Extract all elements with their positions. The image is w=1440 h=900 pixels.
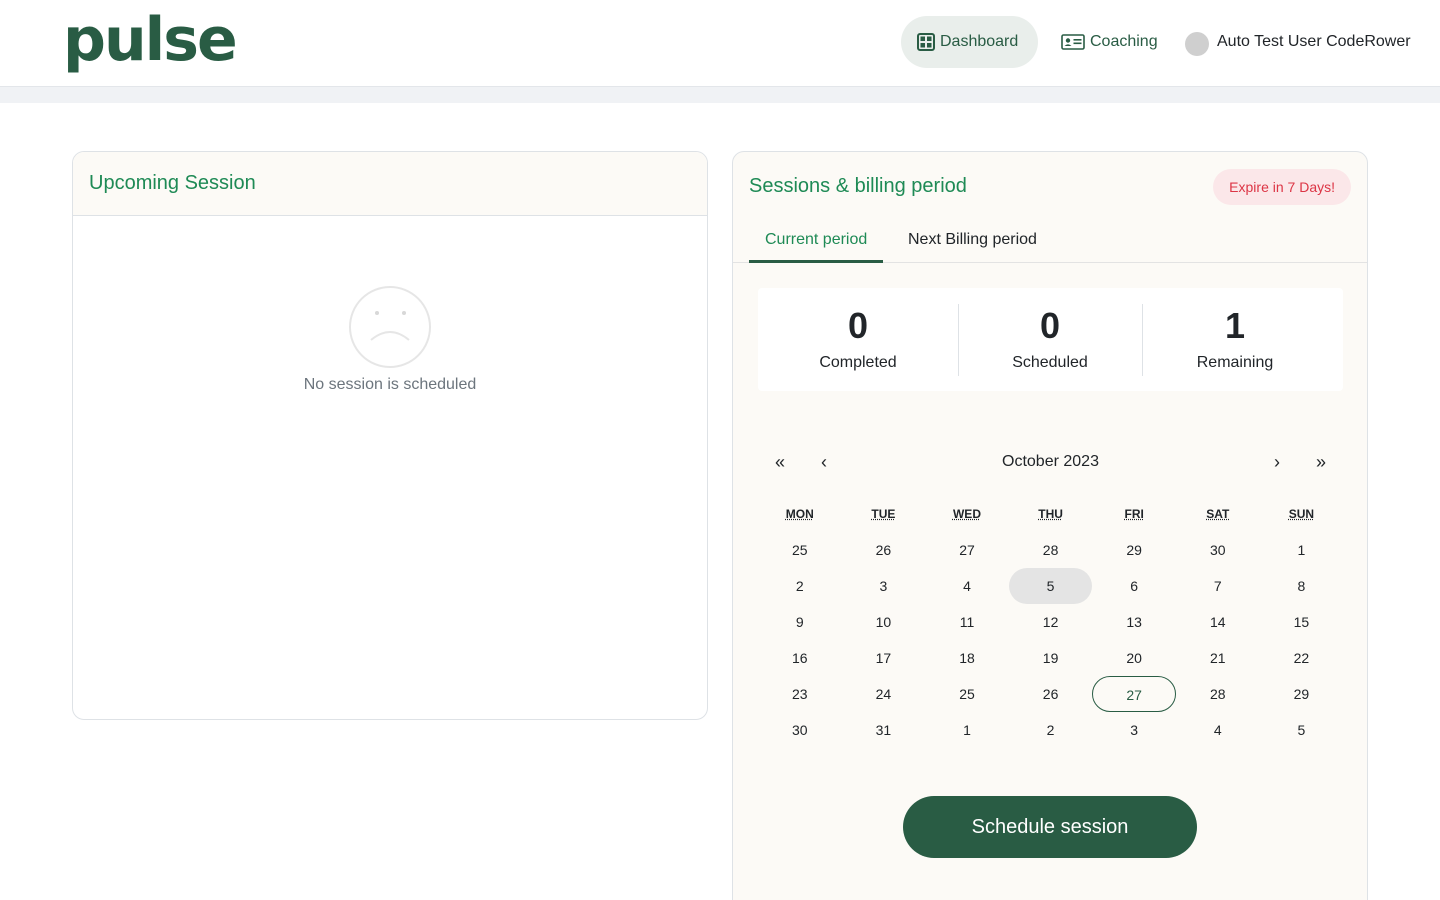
calendar-day[interactable]: 19 xyxy=(1009,640,1093,676)
calendar-day[interactable]: 6 xyxy=(1092,568,1176,604)
calendar-day[interactable]: 27 xyxy=(925,532,1009,568)
stat-completed-value: 0 xyxy=(847,305,869,346)
calendar-day[interactable]: 18 xyxy=(925,640,1009,676)
weekday-label: SUN xyxy=(1288,507,1315,521)
calendar-day[interactable]: 1 xyxy=(925,712,1009,748)
stat-scheduled: 0 Scheduled xyxy=(958,288,1142,391)
calendar-day[interactable]: 3 xyxy=(842,568,926,604)
stat-scheduled-value: 0 xyxy=(1039,305,1061,346)
calendar-day[interactable]: 5 xyxy=(1008,568,1093,604)
weekday-label: SAT xyxy=(1206,507,1230,521)
billing-period-card: Sessions & billing period Expire in 7 Da… xyxy=(732,151,1368,900)
grid-icon xyxy=(917,33,935,51)
calendar-day[interactable]: 11 xyxy=(925,604,1009,640)
calendar-days: 25 26 27 28 29 30 1 2 3 4 5 6 7 8 9 10 11 12 13 14 15 16 17 18 1… xyxy=(758,532,1343,748)
nav-coaching[interactable]: Coaching xyxy=(1061,16,1158,68)
top-header: pulse Dashboard Coaching Auto Test User … xyxy=(0,0,1440,87)
calendar-day[interactable]: 29 xyxy=(1092,532,1176,568)
tab-current-period[interactable]: Current period xyxy=(749,220,884,263)
calendar-day[interactable]: 31 xyxy=(842,712,926,748)
stat-remaining: 1 Remaining xyxy=(1142,288,1328,391)
calendar-day[interactable]: 1 xyxy=(1260,532,1344,568)
nav-dashboard-label: Dashboard xyxy=(940,33,1019,50)
calendar-day[interactable]: 24 xyxy=(842,676,926,712)
expire-badge: Expire in 7 Days! xyxy=(1213,169,1351,205)
upcoming-session-header: Upcoming Session xyxy=(73,152,707,216)
calendar-day[interactable]: 13 xyxy=(1092,604,1176,640)
session-stats: 0 Completed 0 Scheduled 1 Remaining xyxy=(758,288,1343,391)
sad-face-icon xyxy=(349,286,431,368)
id-card-icon xyxy=(1061,34,1085,50)
calendar-day[interactable]: 14 xyxy=(1176,604,1260,640)
calendar-day[interactable]: 25 xyxy=(925,676,1009,712)
header-divider-strip xyxy=(0,87,1440,103)
billing-period-header: Sessions & billing period Expire in 7 Da… xyxy=(733,152,1367,263)
calendar-day[interactable]: 9 xyxy=(758,604,842,640)
calendar-day[interactable]: 22 xyxy=(1260,640,1344,676)
upcoming-session-card: Upcoming Session No session is scheduled xyxy=(72,151,708,720)
stat-completed: 0 Completed xyxy=(758,288,958,391)
calendar-day[interactable]: 16 xyxy=(758,640,842,676)
user-menu[interactable]: Auto Test User CodeRower xyxy=(1185,16,1411,68)
calendar-day[interactable]: 29 xyxy=(1260,676,1344,712)
user-name: Auto Test User CodeRower xyxy=(1217,33,1411,50)
next-month-button[interactable]: › xyxy=(1255,442,1299,482)
weekday-label: FRI xyxy=(1124,507,1144,521)
next-year-button[interactable]: » xyxy=(1299,442,1343,482)
calendar-navigation: « ‹ October 2023 › » xyxy=(758,442,1343,482)
avatar xyxy=(1185,32,1209,56)
calendar-day[interactable]: 7 xyxy=(1176,568,1260,604)
calendar-day[interactable]: 4 xyxy=(1176,712,1260,748)
calendar-day[interactable]: 3 xyxy=(1092,712,1176,748)
calendar-day[interactable]: 15 xyxy=(1260,604,1344,640)
empty-state-text: No session is scheduled xyxy=(303,376,477,393)
empty-state: No session is scheduled xyxy=(73,286,707,394)
calendar-day[interactable]: 8 xyxy=(1260,568,1344,604)
brand-logo[interactable]: pulse xyxy=(63,4,238,76)
calendar-day[interactable]: 17 xyxy=(842,640,926,676)
prev-year-button[interactable]: « xyxy=(758,442,802,482)
calendar-day[interactable]: 4 xyxy=(925,568,1009,604)
calendar-day[interactable]: 25 xyxy=(758,532,842,568)
calendar-day[interactable]: 26 xyxy=(842,532,926,568)
calendar-day[interactable]: 30 xyxy=(758,712,842,748)
calendar-day[interactable]: 30 xyxy=(1176,532,1260,568)
calendar-day[interactable]: 10 xyxy=(842,604,926,640)
weekday-label: MON xyxy=(785,507,814,521)
calendar-day[interactable]: 28 xyxy=(1009,532,1093,568)
calendar-weekdays: MON TUE WED THU FRI SAT SUN xyxy=(758,504,1343,532)
calendar-day[interactable]: 27 xyxy=(1092,676,1176,712)
calendar-day[interactable]: 5 xyxy=(1260,712,1344,748)
calendar-day[interactable]: 20 xyxy=(1092,640,1176,676)
weekday-label: TUE xyxy=(871,507,896,521)
calendar-day[interactable]: 28 xyxy=(1176,676,1260,712)
nav-dashboard[interactable]: Dashboard xyxy=(901,16,1038,68)
calendar-day[interactable]: 26 xyxy=(1009,676,1093,712)
weekday-label: WED xyxy=(952,507,981,521)
stat-completed-label: Completed xyxy=(819,354,897,371)
calendar-day[interactable]: 2 xyxy=(758,568,842,604)
calendar-day[interactable]: 23 xyxy=(758,676,842,712)
calendar-day[interactable]: 21 xyxy=(1176,640,1260,676)
prev-month-button[interactable]: ‹ xyxy=(802,442,846,482)
tab-next-billing-period[interactable]: Next Billing period xyxy=(892,220,1053,263)
weekday-label: THU xyxy=(1038,507,1063,521)
stat-remaining-label: Remaining xyxy=(1196,354,1274,371)
calendar-day[interactable]: 2 xyxy=(1009,712,1093,748)
upcoming-session-title: Upcoming Session xyxy=(89,172,256,194)
nav-coaching-label: Coaching xyxy=(1090,33,1158,50)
billing-period-title: Sessions & billing period xyxy=(749,175,967,197)
calendar: « ‹ October 2023 › » MON TUE WED THU FRI SAT S… xyxy=(758,442,1343,748)
schedule-session-button[interactable]: Schedule session xyxy=(903,796,1197,858)
stat-scheduled-label: Scheduled xyxy=(1012,354,1088,371)
stat-remaining-value: 1 xyxy=(1224,305,1246,346)
calendar-day[interactable]: 12 xyxy=(1009,604,1093,640)
